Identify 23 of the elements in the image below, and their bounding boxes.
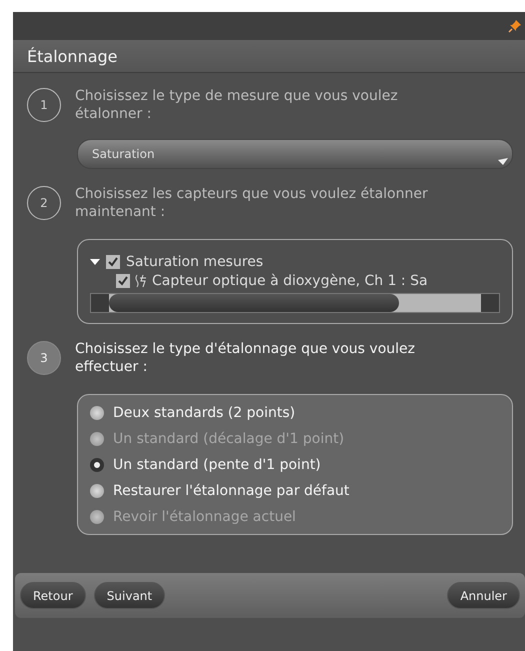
horizontal-scrollbar[interactable] <box>90 293 500 313</box>
window-title: Étalonnage <box>27 46 118 66</box>
sensor-icon <box>134 274 148 288</box>
pin-icon[interactable] <box>508 19 522 33</box>
radio-option[interactable]: Restaurer l'étalonnage par défaut <box>90 481 500 500</box>
step-number: 1 <box>27 88 61 122</box>
measure-dropdown[interactable]: Saturation <box>77 139 513 169</box>
radio-option[interactable]: Un standard (pente d'1 point) <box>90 455 500 474</box>
cancel-button[interactable]: Annuler <box>447 582 520 609</box>
radio-option[interactable]: Deux standards (2 points) <box>90 403 500 422</box>
step-instruction: Choisissez le type de mesure que vous voulez étalonner : <box>75 87 399 123</box>
nav-button[interactable]: Retour <box>20 582 86 609</box>
tree-item-label[interactable]: Capteur optique à dioxygène, Ch 1 : Sa <box>152 272 428 288</box>
step-number: 2 <box>27 186 61 220</box>
tree-item-label[interactable]: Saturation mesures <box>126 254 264 270</box>
step-instruction: Choisissez le type d'étalonnage que vous voulez effectuer : <box>75 340 416 376</box>
step-instruction: Choisissez les capteurs que vous voulez étalonner maintenant : <box>75 185 429 221</box>
caret-icon <box>498 158 508 165</box>
nav-button[interactable]: Suivant <box>94 582 166 609</box>
checkbox[interactable] <box>116 274 130 288</box>
step-number: 3 <box>27 341 61 375</box>
expand-arrow-icon[interactable] <box>90 256 100 266</box>
checkbox[interactable] <box>106 254 120 268</box>
